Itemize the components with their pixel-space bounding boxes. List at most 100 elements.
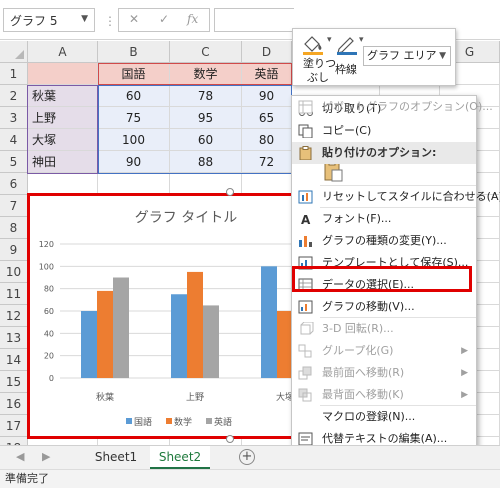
row-header-7[interactable]: 7 bbox=[0, 195, 28, 217]
menu-item-label: ピボットグラフのオプション(O)... bbox=[322, 100, 493, 113]
pivot-icon bbox=[298, 100, 313, 114]
bar-数学-上野 bbox=[187, 271, 203, 378]
row-header-6[interactable]: 6 bbox=[0, 173, 28, 195]
y-tick-label: 80 bbox=[44, 285, 54, 294]
legend-swatch bbox=[206, 418, 212, 424]
menu-item-group[interactable]: グループ化(G) ▶ bbox=[292, 340, 476, 362]
pen-outline-icon[interactable] bbox=[335, 33, 359, 55]
menu-item-label: リセットしてスタイルに合わせる(A) bbox=[322, 190, 500, 203]
select-all-button[interactable] bbox=[0, 41, 28, 63]
bar-英語-上野 bbox=[203, 305, 219, 378]
legend-swatch bbox=[126, 418, 132, 424]
row-header-13[interactable]: 13 bbox=[0, 327, 28, 349]
legend-label: 数学 bbox=[174, 416, 192, 428]
menu-item-chart-type[interactable]: グラフの種類の変更(Y)... bbox=[292, 230, 476, 252]
menu-item-reset-style[interactable]: リセットしてスタイルに合わせる(A) bbox=[292, 186, 500, 208]
paint-bucket-icon[interactable] bbox=[301, 33, 327, 55]
row-header-14[interactable]: 14 bbox=[0, 349, 28, 371]
tab-sheet2[interactable]: Sheet2 bbox=[150, 446, 210, 469]
chart-type-icon bbox=[299, 236, 312, 247]
x-category-label: 秋葉 bbox=[96, 391, 114, 403]
chart-resize-handle-bottom[interactable] bbox=[226, 435, 234, 443]
next-sheet-icon[interactable]: ▶ bbox=[42, 450, 50, 463]
tab-sheet2-label: Sheet2 bbox=[158, 450, 202, 464]
chevron-down-icon[interactable]: ▼ bbox=[81, 14, 88, 24]
status-text: 準備完了 bbox=[5, 472, 49, 485]
row-header-8[interactable]: 8 bbox=[0, 217, 28, 239]
formula-input[interactable] bbox=[214, 8, 294, 32]
bar-国語-秋葉 bbox=[81, 311, 97, 378]
y-tick-label: 0 bbox=[49, 374, 54, 383]
menu-item-copy[interactable]: コピー(C) bbox=[292, 120, 476, 142]
chevron-right-icon: ▶ bbox=[461, 368, 468, 378]
chevron-right-icon: ▶ bbox=[461, 346, 468, 356]
series-name-range-outline bbox=[98, 63, 292, 85]
add-sheet-icon[interactable]: + bbox=[239, 449, 255, 465]
menu-item-label: グループ化(G) bbox=[322, 344, 394, 357]
column-header-d[interactable]: D bbox=[242, 41, 292, 63]
row-header-12[interactable]: 12 bbox=[0, 305, 28, 327]
empty-cell[interactable] bbox=[28, 173, 98, 195]
row-header-11[interactable]: 11 bbox=[0, 283, 28, 305]
bar-国語-上野 bbox=[171, 294, 187, 378]
menu-item-macro[interactable]: マクロの登録(N)... bbox=[292, 406, 476, 428]
menu-item-clipboard: 貼り付けのオプション: bbox=[292, 142, 476, 164]
menu-item-pivot[interactable]: ピボットグラフのオプション(O)... bbox=[292, 96, 493, 118]
clipboard-icon bbox=[299, 146, 312, 160]
y-tick-label: 60 bbox=[44, 307, 54, 316]
drag-handle-icon[interactable]: ⋮ bbox=[104, 14, 117, 28]
column-header-a[interactable]: A bbox=[28, 41, 98, 63]
cell-a1[interactable] bbox=[28, 63, 98, 85]
tab-sheet1[interactable]: Sheet1 bbox=[86, 446, 146, 469]
bar-英語-秋葉 bbox=[113, 277, 129, 378]
outline-dropdown-icon[interactable]: ▾ bbox=[359, 35, 364, 45]
font-icon: A bbox=[301, 213, 311, 226]
tab-sheet1-label: Sheet1 bbox=[94, 450, 138, 464]
menu-item-label: 最前面へ移動(R) bbox=[322, 366, 405, 379]
chevron-down-icon[interactable]: ▼ bbox=[439, 47, 446, 65]
row-header-17[interactable]: 17 bbox=[0, 415, 28, 437]
menu-item-label: 貼り付けのオプション: bbox=[322, 146, 437, 159]
row-header-16[interactable]: 16 bbox=[0, 393, 28, 415]
chevron-right-icon: ▶ bbox=[461, 390, 468, 400]
value-range-outline bbox=[98, 85, 292, 174]
chart-resize-handle-top[interactable] bbox=[226, 188, 234, 196]
menu-item-bring-front[interactable]: 最前面へ移動(R) ▶ bbox=[292, 362, 476, 384]
bring-front-icon bbox=[298, 366, 312, 380]
reset-style-icon bbox=[298, 190, 313, 204]
menu-item-rotate-3d[interactable]: 3-D 回転(R)... bbox=[292, 318, 476, 340]
row-header-15[interactable]: 15 bbox=[0, 371, 28, 393]
menu-item-label: グラフの移動(V)... bbox=[322, 300, 415, 313]
row-header-1[interactable]: 1 bbox=[0, 63, 28, 85]
legend-label: 英語 bbox=[214, 416, 232, 428]
name-box[interactable]: グラフ 5 ▼ bbox=[3, 8, 95, 32]
menu-item-move-chart[interactable]: グラフの移動(V)... bbox=[292, 296, 476, 318]
row-header-5[interactable]: 5 bbox=[0, 151, 28, 173]
fill-dropdown-icon[interactable]: ▾ bbox=[327, 35, 332, 45]
row-header-4[interactable]: 4 bbox=[0, 129, 28, 151]
empty-cell[interactable] bbox=[98, 173, 170, 195]
row-header-3[interactable]: 3 bbox=[0, 107, 28, 129]
chart-element-select[interactable]: グラフ エリア ▼ bbox=[363, 46, 451, 66]
y-tick-label: 100 bbox=[39, 262, 54, 271]
menu-item-font[interactable]: A フォント(F)... bbox=[292, 208, 476, 230]
cancel-icon[interactable]: ✕ bbox=[129, 12, 139, 26]
menu-item-label: グラフの種類の変更(Y)... bbox=[322, 234, 447, 247]
prev-sheet-icon[interactable]: ◀ bbox=[16, 450, 24, 463]
column-header-c[interactable]: C bbox=[170, 41, 242, 63]
enter-icon[interactable]: ✓ bbox=[159, 12, 169, 26]
send-back-icon bbox=[298, 388, 312, 402]
row-header-9[interactable]: 9 bbox=[0, 239, 28, 261]
row-header-10[interactable]: 10 bbox=[0, 261, 28, 283]
insert-function-icon[interactable]: fx bbox=[187, 12, 198, 26]
menu-item-label: コピー(C) bbox=[322, 124, 372, 137]
menu-item-send-back[interactable]: 最背面へ移動(K) ▶ bbox=[292, 384, 476, 406]
column-header-b[interactable]: B bbox=[98, 41, 170, 63]
y-tick-label: 40 bbox=[44, 329, 54, 338]
rotate-3d-icon bbox=[300, 322, 314, 335]
y-tick-label: 20 bbox=[44, 352, 54, 361]
row-header-2[interactable]: 2 bbox=[0, 85, 28, 107]
empty-cell[interactable] bbox=[242, 173, 292, 195]
alt-text-icon bbox=[298, 432, 313, 446]
outline-label: 枠線 bbox=[335, 63, 357, 76]
